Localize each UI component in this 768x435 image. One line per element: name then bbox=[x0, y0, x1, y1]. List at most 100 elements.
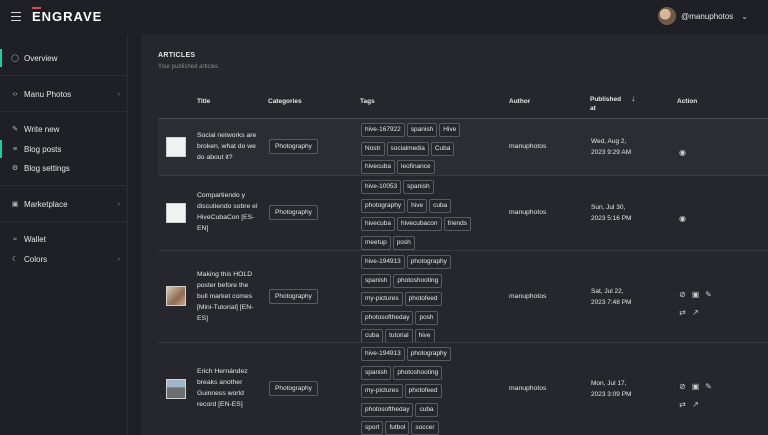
column-header-action: Action bbox=[677, 98, 698, 105]
tag[interactable]: photoshooting bbox=[393, 273, 443, 288]
article-thumbnail[interactable] bbox=[166, 379, 186, 399]
shuffle-icon[interactable]: ⇄ bbox=[678, 308, 687, 317]
avatar bbox=[658, 7, 677, 25]
tag[interactable]: leofinance bbox=[397, 160, 435, 174]
tag[interactable]: photography bbox=[406, 255, 451, 269]
sidebar-item-write-new[interactable]: ✎ Write new bbox=[0, 120, 128, 138]
tag[interactable]: posh bbox=[392, 235, 415, 250]
tag[interactable]: hivecuba bbox=[361, 160, 396, 174]
tag-list: hive-194913 photography spanish photoshooti… bbox=[361, 346, 481, 435]
chevron-right-icon: › bbox=[117, 200, 120, 208]
article-title[interactable]: Compartiendo y discutiendo sobre el Hive… bbox=[197, 190, 259, 234]
sidebar-item-label: Colors bbox=[24, 254, 48, 264]
divider bbox=[0, 221, 128, 222]
sidebar-item-manu-photos[interactable]: ‹› Manu Photos › bbox=[0, 85, 128, 103]
eye-off-icon[interactable]: ⊘ bbox=[678, 290, 687, 299]
article-title[interactable]: Making this HOLD poster before the bull … bbox=[197, 269, 259, 324]
trash-icon[interactable]: ▣ bbox=[691, 290, 700, 299]
moon-icon: ☾ bbox=[11, 256, 19, 263]
tag[interactable]: photofeed bbox=[404, 384, 442, 398]
article-thumbnail[interactable] bbox=[166, 137, 186, 157]
tag[interactable]: photography bbox=[406, 347, 451, 361]
tag[interactable]: hive bbox=[414, 329, 435, 343]
tag[interactable]: hive-10053 bbox=[361, 180, 402, 194]
article-thumbnail[interactable] bbox=[166, 203, 186, 223]
shuffle-icon[interactable]: ⇄ bbox=[678, 400, 687, 409]
category-tag[interactable]: Photography bbox=[269, 139, 318, 154]
sidebar-item-marketplace[interactable]: ▣ Marketplace › bbox=[0, 195, 128, 213]
tag[interactable]: spanish bbox=[361, 273, 392, 288]
tag[interactable]: my-pictures bbox=[361, 292, 403, 306]
tag[interactable]: hivecuba bbox=[361, 217, 396, 231]
eye-icon[interactable]: ◉ bbox=[678, 214, 687, 223]
cart-icon: ▣ bbox=[11, 201, 19, 208]
trash-icon[interactable]: ▣ bbox=[691, 382, 700, 391]
tag[interactable]: soccer bbox=[411, 421, 439, 435]
tag[interactable]: photoshooting bbox=[393, 365, 443, 380]
sidebar-item-wallet[interactable]: ≈ Wallet bbox=[0, 230, 128, 248]
tag[interactable]: Hive bbox=[439, 123, 461, 137]
user-handle: @manuphotos bbox=[681, 11, 734, 21]
app-logo[interactable]: ENGRAVE bbox=[32, 9, 102, 24]
sidebar-item-label: Wallet bbox=[24, 234, 46, 244]
column-header-author: Author bbox=[509, 98, 531, 105]
sidebar-item-label: Blog settings bbox=[24, 163, 70, 173]
tag[interactable]: sport bbox=[361, 421, 384, 435]
sidebar-item-colors[interactable]: ☾ Colors › bbox=[0, 250, 128, 268]
hamburger-menu-icon[interactable] bbox=[11, 12, 21, 21]
eye-off-icon[interactable]: ⊘ bbox=[678, 382, 687, 391]
tag[interactable]: Cuba bbox=[430, 141, 455, 156]
tag[interactable]: spanish bbox=[403, 180, 434, 194]
sidebar-item-blog-settings[interactable]: ⚙ Blog settings bbox=[0, 159, 128, 177]
tag[interactable]: hive bbox=[407, 198, 428, 213]
tag[interactable]: my-pictures bbox=[361, 384, 403, 398]
list-icon: ≡ bbox=[12, 145, 18, 153]
eye-icon[interactable]: ◉ bbox=[678, 148, 687, 157]
sidebar-item-overview[interactable]: ◯ Overview bbox=[0, 49, 128, 67]
tag[interactable]: Nostr bbox=[361, 141, 385, 156]
user-icon: ◯ bbox=[11, 55, 19, 62]
table-row: Compartiendo y discutiendo sobre el Hive… bbox=[158, 175, 768, 250]
page-title: ARTICLES bbox=[158, 52, 196, 59]
tag[interactable]: tutorial bbox=[385, 329, 413, 343]
article-author: manuphotos bbox=[509, 143, 547, 150]
tag[interactable]: photosoftheday bbox=[361, 310, 414, 325]
tag[interactable]: hive-167922 bbox=[361, 123, 405, 137]
tag[interactable]: friends bbox=[443, 217, 472, 231]
row-actions: ⊘ ▣ ✎ ⇄ ↗ bbox=[678, 284, 718, 320]
article-author: manuphotos bbox=[509, 293, 547, 300]
pencil-icon[interactable]: ✎ bbox=[704, 382, 713, 391]
tag[interactable]: spanish bbox=[361, 365, 392, 380]
tag[interactable]: photography bbox=[361, 198, 406, 213]
external-link-icon[interactable]: ↗ bbox=[691, 400, 700, 409]
article-thumbnail[interactable] bbox=[166, 286, 186, 306]
pencil-icon[interactable]: ✎ bbox=[704, 290, 713, 299]
tag[interactable]: meetup bbox=[361, 235, 391, 250]
column-header-published[interactable]: Published ↓ at bbox=[590, 94, 635, 113]
category-tag[interactable]: Photography bbox=[269, 381, 318, 396]
sort-arrow-down-icon[interactable]: ↓ bbox=[631, 94, 635, 103]
tag[interactable]: socialmedia bbox=[386, 141, 429, 156]
tag[interactable]: spanish bbox=[406, 123, 438, 137]
tag[interactable]: hive-194913 bbox=[361, 255, 405, 269]
category-tag[interactable]: Photography bbox=[269, 289, 318, 304]
category-tag[interactable]: Photography bbox=[269, 205, 318, 220]
article-title[interactable]: Social networks are broken, what do we d… bbox=[197, 130, 259, 163]
articles-panel: ARTICLES Your published articles Title C… bbox=[141, 34, 768, 435]
external-link-icon[interactable]: ↗ bbox=[691, 308, 700, 317]
user-menu[interactable]: @manuphotos ⌄ bbox=[658, 7, 748, 25]
tag[interactable]: photosoftheday bbox=[361, 402, 414, 417]
tag[interactable]: hivecubacon bbox=[397, 217, 442, 231]
tag[interactable]: hive-194913 bbox=[361, 347, 405, 361]
tag[interactable]: photofeed bbox=[404, 292, 442, 306]
tag[interactable]: cuba bbox=[415, 402, 438, 417]
article-title[interactable]: Erich Hernández breaks another Guinness … bbox=[197, 366, 259, 410]
sidebar-item-blog-posts[interactable]: ≡ Blog posts bbox=[0, 140, 128, 158]
column-header-title: Title bbox=[197, 98, 211, 105]
tag[interactable]: futbol bbox=[385, 421, 410, 435]
tag[interactable]: cuba bbox=[429, 198, 452, 213]
table-header: Title Categories Tags Author Published ↓ … bbox=[158, 88, 768, 118]
tag[interactable]: cuba bbox=[361, 329, 384, 343]
tag[interactable]: posh bbox=[415, 310, 438, 325]
tag-list: hive-194913 photography spanish photoshooti… bbox=[361, 254, 481, 347]
